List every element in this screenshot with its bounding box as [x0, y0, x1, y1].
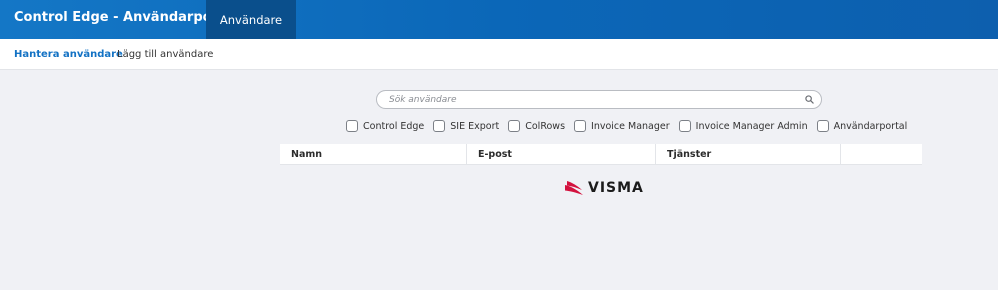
filter-anvandarportal[interactable]: Användarportal — [816, 120, 908, 132]
search-box — [376, 90, 822, 109]
service-filters: Control Edge SIE Export ColRows Invoice … — [346, 119, 907, 133]
manage-users-link[interactable]: Hantera användare — [14, 49, 123, 60]
users-table: Namn E-post Tjänster — [280, 144, 922, 165]
filter-sie-export[interactable]: SIE Export — [433, 120, 499, 132]
checkbox[interactable] — [574, 120, 587, 132]
filter-colrows[interactable]: ColRows — [508, 120, 565, 132]
sub-navigation: Hantera användare Lägg till användare — [0, 39, 998, 70]
filter-label: Control Edge — [363, 120, 425, 132]
top-header: Control Edge - Användarportal Användare — [0, 0, 998, 39]
filter-control-edge[interactable]: Control Edge — [346, 120, 424, 132]
column-header-actions — [841, 144, 922, 165]
filter-label: SIE Export — [450, 120, 500, 132]
visma-logo-icon — [565, 181, 583, 195]
filter-label: ColRows — [525, 120, 566, 132]
column-header-services[interactable]: Tjänster — [656, 144, 841, 165]
nav-tab-users[interactable]: Användare — [206, 0, 296, 39]
column-header-name[interactable]: Namn — [280, 144, 467, 165]
filter-label: Användarportal — [833, 120, 908, 132]
filter-invoice-manager[interactable]: Invoice Manager — [574, 120, 670, 132]
app-title: Control Edge - Användarportal — [14, 10, 238, 25]
column-header-email[interactable]: E-post — [467, 144, 656, 165]
checkbox[interactable] — [678, 120, 691, 132]
visma-logo-text: VISMA — [588, 180, 644, 196]
visma-logo: VISMA — [564, 180, 644, 197]
filter-label: Invoice Manager — [591, 120, 670, 132]
search-icon[interactable] — [805, 95, 814, 104]
add-user-link[interactable]: Lägg till användare — [117, 49, 213, 60]
filter-label: Invoice Manager Admin — [695, 120, 808, 132]
checkbox[interactable] — [346, 120, 358, 132]
checkbox[interactable] — [508, 120, 521, 132]
search-input[interactable] — [389, 92, 789, 107]
filter-invoice-manager-admin[interactable]: Invoice Manager Admin — [678, 120, 808, 132]
checkbox[interactable] — [433, 120, 446, 132]
checkbox[interactable] — [816, 120, 829, 132]
